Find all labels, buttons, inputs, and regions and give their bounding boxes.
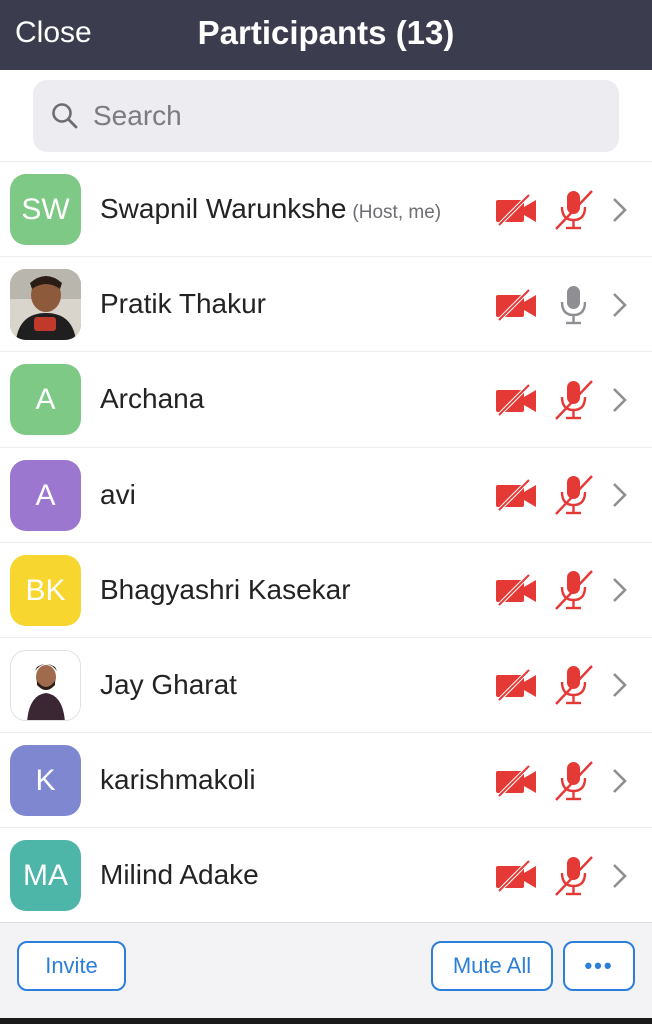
more-options-button[interactable]: ••• [563,941,635,991]
avatar: SW [10,174,81,245]
mic-muted-icon [554,638,594,733]
mic-muted-icon [554,828,594,923]
participant-name: Pratik Thakur [100,287,266,321]
footer-toolbar: Invite Mute All ••• [0,922,652,1018]
participant-name: Milind Adake [100,858,259,892]
avatar: A [10,364,81,436]
participant-name: Bhagyashri Kasekar [100,573,351,607]
participant-name-text: Archana [100,383,205,415]
video-off-icon [495,352,537,447]
avatar [10,269,81,341]
search-input[interactable] [93,94,593,138]
participant-row[interactable]: Pratik Thakur [0,257,652,353]
participant-name: Archana [100,382,204,416]
avatar: K [10,745,81,817]
participant-row[interactable]: Kkarishmakoli [0,733,652,829]
mic-icon [554,257,594,352]
avatar [10,649,81,721]
participant-name-text: Pratik Thakur [100,288,266,320]
participant-name-text: avi [100,478,136,510]
invite-button[interactable]: Invite [17,941,126,991]
system-nav-bar [0,1018,652,1024]
participant-name-text: Bhagyashri Kasekar [100,573,351,605]
mic-muted-icon [554,733,594,828]
participant-name: Jay Gharat [100,668,237,702]
chevron-right-icon[interactable] [611,733,629,828]
video-off-icon [495,257,537,352]
participant-name-text: Milind Adake [100,859,259,891]
search-icon [52,103,78,129]
participant-name-text: Swapnil Warunkshe [100,193,347,224]
video-off-icon [495,733,537,828]
top-bar: Close Participants (13) [0,0,652,70]
avatar: BK [10,554,81,626]
participant-row[interactable]: A Archana [0,352,652,448]
page-title: Participants (13) [197,14,455,51]
mute-all-button[interactable]: Mute All [431,941,553,991]
video-off-icon [495,828,537,923]
participant-list: SW Swapnil Warunkshe (Host, me) Pratik Thak… [0,162,652,924]
participant-row[interactable]: BK Bhagyashri Kasekar [0,543,652,638]
mic-muted-icon [554,543,594,638]
participant-row[interactable]: MA Milind Adake [0,828,652,924]
video-off-icon [495,162,537,257]
search-bar [0,70,652,162]
video-off-icon [495,448,537,543]
chevron-right-icon[interactable] [611,638,629,733]
participant-name: karishmakoli [100,763,256,797]
participant-name-text: Jay Gharat [100,668,237,700]
participant-row[interactable]: Aavi [0,448,652,543]
avatar: A [10,459,81,531]
chevron-right-icon[interactable] [611,543,629,638]
chevron-right-icon[interactable] [611,448,629,543]
participant-role: (Host, me) [352,202,442,223]
chevron-right-icon[interactable] [611,257,629,352]
participant-row[interactable]: Jay Gharat [0,638,652,734]
mic-muted-icon [554,448,594,543]
participant-name: avi [100,478,136,512]
participant-name: Swapnil Warunkshe (Host, me) [100,192,441,230]
participant-row[interactable]: SW Swapnil Warunkshe (Host, me) [0,162,652,258]
mic-muted-icon [554,162,594,257]
avatar: MA [10,840,81,912]
video-off-icon [495,543,537,638]
chevron-right-icon[interactable] [611,162,629,257]
chevron-right-icon[interactable] [611,352,629,447]
chevron-right-icon[interactable] [611,828,629,923]
search-box[interactable] [33,80,619,152]
participant-name-text: karishmakoli [100,764,256,796]
mic-muted-icon [554,352,594,447]
video-off-icon [495,638,537,733]
